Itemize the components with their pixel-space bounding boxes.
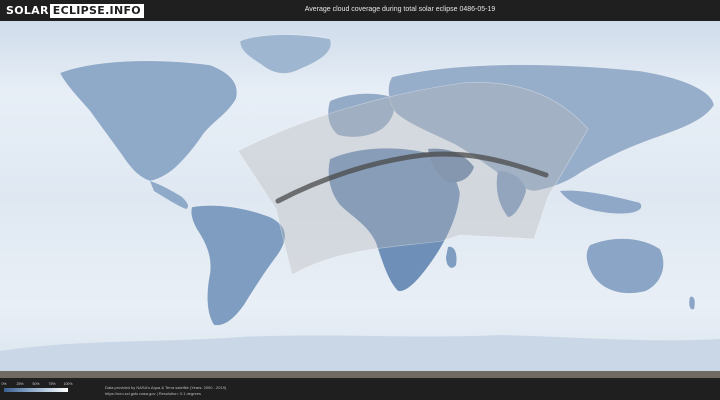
site-logo[interactable]: SOLAR ECLIPSE.INFO — [6, 4, 144, 18]
data-credit: Data provided by NASA's Aqua & Terra sat… — [105, 385, 227, 390]
page: SOLAR ECLIPSE.INFO Average cloud coverag… — [0, 0, 720, 400]
legend-tick: 0% — [1, 382, 7, 386]
footer-bar: 0% 25% 50% 75% 100% Data provided by NAS… — [0, 378, 720, 400]
map-bottom-edge — [0, 371, 720, 378]
logo-eclipse-text: ECLIPSE.INFO — [49, 4, 144, 18]
cloud-coverage-legend-bar — [4, 388, 68, 392]
legend-ticks: 0% 25% 50% 75% 100% — [1, 382, 72, 387]
new-zealand-landmass — [689, 296, 695, 310]
header-bar: SOLAR ECLIPSE.INFO Average cloud coverag… — [0, 0, 720, 21]
data-source-link[interactable]: https://neo.sci.gsfc.nasa.gov | Resoluti… — [105, 391, 201, 396]
legend-tick: 75% — [48, 382, 56, 386]
world-map-svg — [0, 21, 720, 378]
page-title: Average cloud coverage during total sola… — [304, 6, 496, 13]
logo-solar-text: SOLAR — [6, 4, 49, 17]
legend-tick: 25% — [16, 382, 24, 386]
legend-tick: 100% — [63, 382, 73, 386]
legend-tick: 50% — [32, 382, 40, 386]
cloud-coverage-map[interactable] — [0, 21, 720, 378]
